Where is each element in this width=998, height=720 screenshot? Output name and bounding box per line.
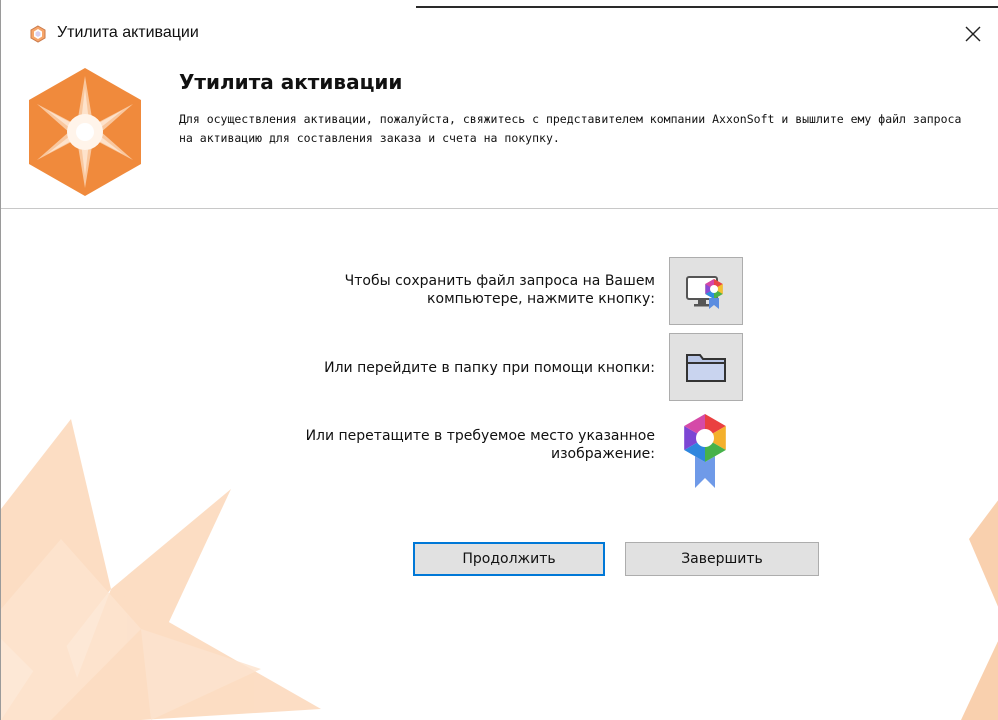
open-folder-label: Или перейдите в папку при помощи кнопки: <box>324 360 655 376</box>
finish-button[interactable]: Завершить <box>625 542 819 576</box>
wizard-content: Чтобы сохранить файл запроса на Вашем ко… <box>1 209 998 720</box>
app-logo-icon <box>30 25 46 43</box>
continue-button[interactable]: Продолжить <box>413 542 605 576</box>
drag-image-label: Или перетащите в требуемое место указанн… <box>175 427 655 463</box>
activation-utility-window: Утилита активации Утилита активации Для … <box>0 0 998 720</box>
folder-icon <box>686 354 726 382</box>
close-icon <box>965 26 981 42</box>
save-request-button[interactable] <box>669 257 743 325</box>
close-button[interactable] <box>955 16 991 52</box>
title-bar[interactable]: Утилита активации <box>1 8 998 60</box>
drag-image-label-line1: Или перетащите в требуемое место указанн… <box>305 428 655 444</box>
window-title: Утилита активации <box>57 24 199 41</box>
save-request-label: Чтобы сохранить файл запроса на Вашем ко… <box>235 272 655 308</box>
wizard-header: Утилита активации Для осуществления акти… <box>1 60 998 209</box>
window-top-edge <box>1 0 998 8</box>
drag-image-label-line2: изображение: <box>550 446 655 462</box>
save-request-label-line2: компьютере, нажмите кнопку: <box>427 291 655 307</box>
header-description: Для осуществления активации, пожалуйста,… <box>179 112 962 145</box>
header-title: Утилита активации <box>179 70 403 94</box>
activation-badge-icon[interactable] <box>679 412 731 492</box>
axxon-star-logo-icon <box>29 68 141 196</box>
save-request-label-line1: Чтобы сохранить файл запроса на Вашем <box>344 273 655 289</box>
save-request-computer-icon <box>686 276 723 309</box>
open-folder-button[interactable] <box>669 333 743 401</box>
